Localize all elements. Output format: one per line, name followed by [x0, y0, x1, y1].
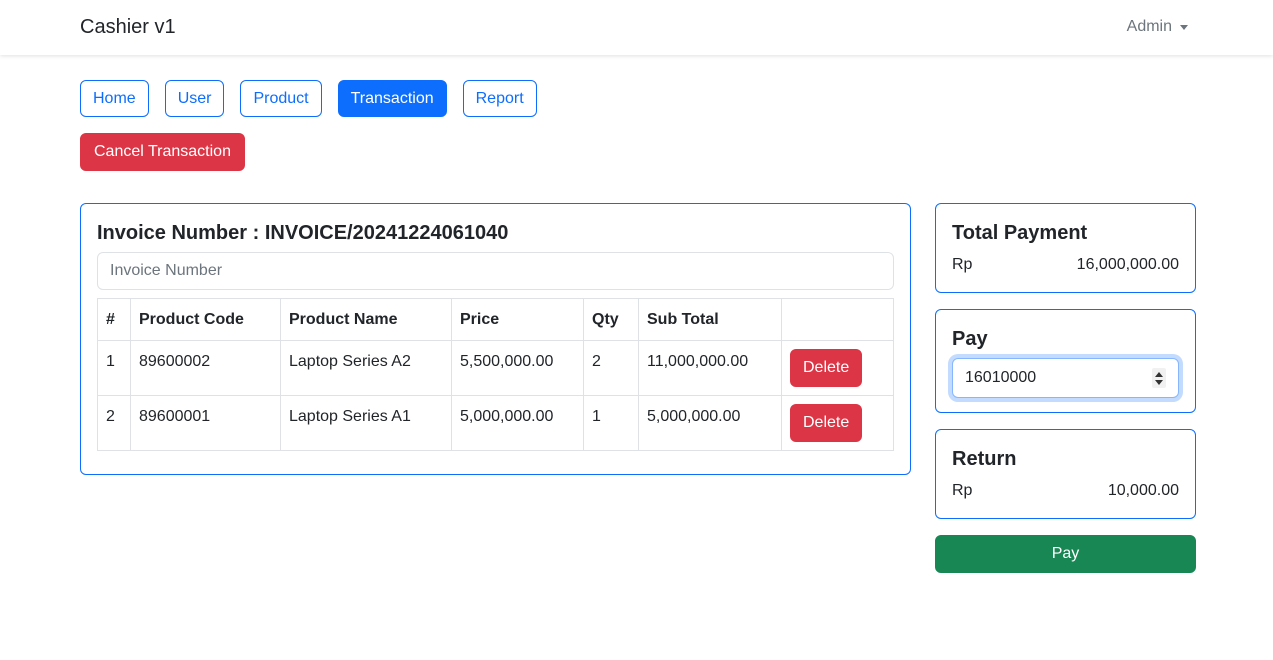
row-index: 1 [97, 340, 131, 396]
user-menu-label: Admin [1126, 18, 1172, 35]
return-card: Return Rp 10,000.00 [935, 429, 1196, 519]
total-payment-currency: Rp [952, 256, 973, 273]
row-index: 2 [97, 395, 131, 451]
col-header-product-code: Product Code [130, 298, 281, 341]
pay-title: Pay [952, 328, 988, 350]
user-menu-dropdown[interactable]: Admin [1127, 18, 1188, 36]
return-row: Rp 10,000.00 [952, 482, 1179, 500]
transaction-items-table: # Product Code Product Name Price Qty Su… [97, 298, 894, 451]
row-qty: 1 [583, 395, 639, 451]
stepper-down-icon[interactable] [1155, 379, 1163, 385]
caret-down-icon [1180, 24, 1188, 30]
brand-title[interactable]: Cashier v1 [80, 16, 176, 39]
table-header-row: # Product Code Product Name Price Qty Su… [97, 298, 894, 341]
row-price: 5,500,000.00 [451, 340, 584, 396]
total-payment-card: Total Payment Rp 16,000,000.00 [935, 203, 1196, 293]
row-price: 5,000,000.00 [451, 395, 584, 451]
row-sub-total: 11,000,000.00 [638, 340, 782, 396]
row-product-name: Laptop Series A2 [280, 340, 452, 396]
col-header-qty: Qty [583, 298, 639, 341]
col-header-index: # [97, 298, 131, 341]
table-row: 2 89600001 Laptop Series A1 5,000,000.00… [97, 395, 894, 451]
row-qty: 2 [583, 340, 639, 396]
col-header-action [781, 298, 894, 341]
return-currency: Rp [952, 482, 973, 499]
pay-button[interactable]: Pay [935, 535, 1196, 573]
row-action-cell: Delete [781, 395, 894, 451]
nav-home-button[interactable]: Home [80, 80, 149, 117]
cancel-transaction-button[interactable]: Cancel Transaction [80, 133, 245, 171]
nav-report-button[interactable]: Report [462, 80, 537, 117]
pay-card: Pay [935, 309, 1196, 413]
row-sub-total: 5,000,000.00 [638, 395, 782, 451]
row-product-name: Laptop Series A1 [280, 395, 452, 451]
col-header-price: Price [451, 298, 584, 341]
invoice-title: Invoice Number : INVOICE/20241224061040 [97, 222, 509, 244]
pay-amount-field [952, 358, 1179, 398]
nav-user-button[interactable]: User [164, 80, 225, 117]
col-header-sub-total: Sub Total [638, 298, 782, 341]
delete-item-button[interactable]: Delete [790, 349, 863, 387]
row-product-code: 89600002 [130, 340, 281, 396]
invoice-card: Invoice Number : INVOICE/20241224061040 … [80, 203, 911, 475]
number-stepper[interactable] [1152, 368, 1166, 388]
stepper-up-icon[interactable] [1155, 371, 1163, 377]
total-payment-title: Total Payment [952, 222, 1088, 244]
table-row: 1 89600002 Laptop Series A2 5,500,000.00… [97, 340, 894, 396]
return-amount: 10,000.00 [1107, 482, 1179, 499]
invoice-number-input[interactable] [97, 252, 894, 290]
row-product-code: 89600001 [130, 395, 281, 451]
nav-product-button[interactable]: Product [240, 80, 322, 117]
main-nav: Home User Product Transaction Report [80, 80, 537, 117]
nav-transaction-button[interactable]: Transaction [337, 80, 447, 117]
return-title: Return [952, 448, 1017, 470]
delete-item-button[interactable]: Delete [790, 404, 863, 442]
top-navbar: Cashier v1 Admin [0, 0, 1273, 55]
row-action-cell: Delete [781, 340, 894, 396]
total-payment-row: Rp 16,000,000.00 [952, 256, 1179, 274]
col-header-product-name: Product Name [280, 298, 452, 341]
pay-amount-input[interactable] [953, 360, 1143, 396]
total-payment-amount: 16,000,000.00 [1076, 256, 1179, 273]
